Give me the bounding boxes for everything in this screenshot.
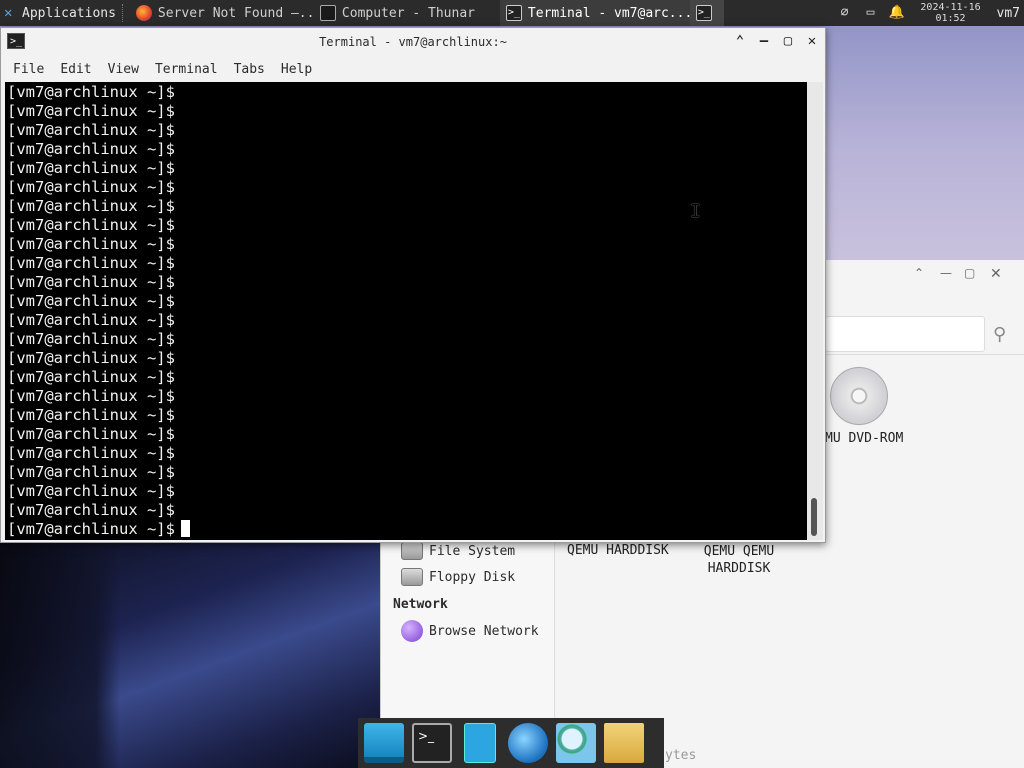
terminal-prompt-line: [vm7@archlinux ~]$ <box>7 349 175 367</box>
sidebar-item-label: Browse Network <box>429 623 539 639</box>
terminal-menubar: File Edit View Terminal Tabs Help <box>1 56 825 82</box>
terminal-scrollbar[interactable] <box>807 82 823 540</box>
terminal-prompt-line: [vm7@archlinux ~]$ <box>7 292 175 310</box>
taskbar-label: Computer - Thunar <box>341 5 475 21</box>
terminal-prompt-line: [vm7@archlinux ~]$ <box>7 311 175 329</box>
menu-view[interactable]: View <box>100 62 147 77</box>
text-cursor-icon: I <box>690 201 701 222</box>
terminal-cursor <box>180 520 190 537</box>
taskbar-item-firefox[interactable]: Server Not Found —... <box>130 0 314 26</box>
taskbar-label: Terminal - vm7@arc... <box>527 5 690 21</box>
terminal-prompt-line: [vm7@archlinux ~]$ <box>7 425 175 443</box>
status-bar-text: ytes <box>665 748 697 763</box>
maximize-icon[interactable]: ▢ <box>781 32 795 50</box>
menu-terminal[interactable]: Terminal <box>147 62 226 77</box>
applications-menu[interactable]: ✕ Applications <box>0 0 120 26</box>
window-controls: ⌃ — ▢ ✕ <box>733 32 819 50</box>
terminal-prompt-line: [vm7@archlinux ~]$ <box>7 520 190 539</box>
terminal-prompt-line: [vm7@archlinux ~]$ <box>7 330 175 348</box>
scrollbar-thumb[interactable] <box>811 498 817 536</box>
menu-help[interactable]: Help <box>273 62 320 77</box>
dvd-drive-icon[interactable] <box>830 367 888 425</box>
terminal-prompt-line: [vm7@archlinux ~]$ <box>7 463 175 481</box>
taskbar-item-terminal-launcher[interactable]: >_ <box>689 0 724 26</box>
taskbar-item-terminal[interactable]: >_ Terminal - vm7@arc... <box>499 0 690 26</box>
terminal-prompt-line: [vm7@archlinux ~]$ <box>7 102 175 120</box>
notification-bell-icon[interactable]: 🔔 <box>889 5 905 21</box>
floppy-icon <box>401 568 423 586</box>
terminal-prompt-line: [vm7@archlinux ~]$ <box>7 159 175 177</box>
terminal-prompt-line: [vm7@archlinux ~]$ <box>7 197 175 215</box>
system-tray: ⌀ ▭ 🔔 2024-11-16 01:52 vm7 <box>837 0 1024 26</box>
sidebar-heading-network: Network <box>393 597 448 612</box>
battery-icon[interactable]: ▭ <box>863 5 879 21</box>
terminal-prompt-line: [vm7@archlinux ~]$ <box>7 216 175 234</box>
item-label[interactable]: QEMU HARDDISK <box>567 543 669 558</box>
terminal-prompt-line: [vm7@archlinux ~]$ <box>7 406 175 424</box>
close-icon[interactable]: ✕ <box>805 32 819 50</box>
minimize-icon[interactable]: — <box>757 32 771 50</box>
folder-icon[interactable] <box>604 723 644 763</box>
wallpaper-shadow <box>0 540 120 768</box>
app-finder-icon[interactable] <box>556 723 596 763</box>
terminal-prompt-line: [vm7@archlinux ~]$ <box>7 178 175 196</box>
terminal-prompt-line: [vm7@archlinux ~]$ <box>7 83 175 101</box>
terminal-prompt-line: [vm7@archlinux ~]$ <box>7 235 175 253</box>
maximize-icon[interactable]: ▢ <box>964 266 975 280</box>
panel-separator <box>121 4 128 22</box>
user-menu[interactable]: vm7 <box>997 6 1020 21</box>
shade-icon[interactable]: ⌃ <box>733 32 747 50</box>
terminal-window: >_ Terminal - vm7@archlinux:~ ⌃ — ▢ ✕ Fi… <box>0 27 826 543</box>
terminal-titlebar[interactable]: >_ Terminal - vm7@archlinux:~ ⌃ — ▢ ✕ <box>1 28 825 56</box>
terminal-prompt-line: [vm7@archlinux ~]$ <box>7 501 175 519</box>
shade-icon[interactable]: ⌃ <box>914 266 924 280</box>
location-bar[interactable] <box>825 316 985 352</box>
sidebar-item-label: Floppy Disk <box>429 569 516 585</box>
xfce-logo-icon: ✕ <box>4 5 13 21</box>
item-label: MU DVD-ROM <box>825 431 904 446</box>
firefox-icon <box>135 5 152 21</box>
terminal-launcher-icon[interactable]: >_ <box>412 723 452 763</box>
web-browser-icon[interactable] <box>508 723 548 763</box>
clock-date: 2024-11-16 <box>920 2 981 13</box>
menu-tabs[interactable]: Tabs <box>226 62 273 77</box>
top-panel: ✕ Applications Server Not Found —... Com… <box>0 0 1024 26</box>
network-disconnected-icon[interactable]: ⌀ <box>837 5 853 21</box>
terminal-prompt-line: [vm7@archlinux ~]$ <box>7 482 175 500</box>
terminal-prompt-line: [vm7@archlinux ~]$ <box>7 140 175 158</box>
terminal-prompt-line: [vm7@archlinux ~]$ <box>7 387 175 405</box>
terminal-output: [vm7@archlinux ~]$ [vm7@archlinux ~]$ [vm7… <box>7 83 190 539</box>
taskbar-item-thunar[interactable]: Computer - Thunar <box>314 0 500 26</box>
sidebar-item-floppy-disk[interactable]: Floppy Disk <box>401 568 515 586</box>
window-title: Terminal - vm7@archlinux:~ <box>319 35 507 49</box>
menu-edit[interactable]: Edit <box>52 62 99 77</box>
sidebar-item-label: File System <box>429 543 516 559</box>
terminal-prompt-line: [vm7@archlinux ~]$ <box>7 254 175 272</box>
sidebar-item-file-system[interactable]: File System <box>401 542 515 560</box>
item-label[interactable]: QEMU QEMU HARDDISK <box>697 543 781 577</box>
show-desktop-icon[interactable] <box>364 723 404 763</box>
sidebar-item-browse-network[interactable]: Browse Network <box>401 620 539 642</box>
minimize-icon[interactable]: — <box>940 266 952 280</box>
search-icon[interactable]: ⚲ <box>993 324 1006 345</box>
terminal-prompt-line: [vm7@archlinux ~]$ <box>7 368 175 386</box>
clock-time: 01:52 <box>935 13 966 24</box>
harddisk-icon <box>401 542 423 560</box>
applications-label: Applications <box>22 5 116 21</box>
menu-file[interactable]: File <box>5 62 52 77</box>
dock: >_ <box>358 718 664 768</box>
clock[interactable]: 2024-11-16 01:52 <box>915 2 987 24</box>
terminal-prompt-line: [vm7@archlinux ~]$ <box>7 444 175 462</box>
terminal-prompt-line: [vm7@archlinux ~]$ <box>7 121 175 139</box>
terminal-icon: >_ <box>505 5 522 21</box>
file-manager-launcher-icon[interactable] <box>464 723 496 763</box>
terminal-screen[interactable]: [vm7@archlinux ~]$ [vm7@archlinux ~]$ [vm7… <box>5 82 807 540</box>
thunar-window-controls: ⌃ — ▢ ✕ <box>904 260 1024 290</box>
monitor-icon <box>319 5 336 21</box>
taskbar-label: Server Not Found —... <box>157 5 314 21</box>
terminal-prompt-line: [vm7@archlinux ~]$ <box>7 273 175 291</box>
network-globe-icon <box>401 620 423 642</box>
terminal-icon: >_ <box>695 5 712 21</box>
close-icon[interactable]: ✕ <box>990 266 1002 282</box>
